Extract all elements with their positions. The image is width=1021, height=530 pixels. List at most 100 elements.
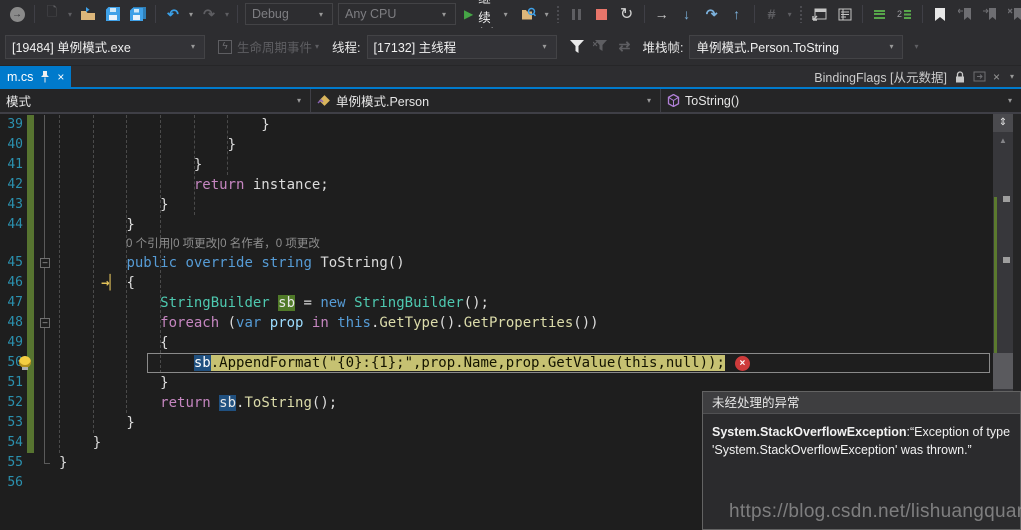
line-number[interactable] (0, 235, 26, 253)
clear-bookmarks-button[interactable] (1003, 2, 1021, 26)
stack-frame-combo[interactable]: 单例模式.Person.ToString ▾ (689, 35, 903, 59)
bookmark-clear-icon (1008, 8, 1021, 21)
line-number[interactable]: 40 (0, 135, 26, 155)
breakpoints-window-button[interactable] (808, 2, 832, 26)
line-number[interactable]: 39 (0, 115, 26, 135)
collapse-region-icon[interactable]: – (40, 318, 50, 328)
line-number[interactable]: 45 (0, 253, 26, 273)
type-combo[interactable]: 单例模式.Person ▾ (311, 89, 661, 112)
toolbar-options-icon[interactable]: ▾ (542, 10, 552, 19)
debug-toolbar-options-icon[interactable]: ▾ (785, 10, 795, 19)
step-over-button[interactable]: ↷ (700, 2, 724, 26)
step-out-button[interactable]: ↑ (725, 2, 749, 26)
line-number[interactable]: 49 (0, 333, 26, 353)
undo-dropdown-icon[interactable]: ▾ (186, 10, 196, 19)
thread-label: 线程: (332, 37, 360, 56)
line-number[interactable]: 43 (0, 195, 26, 215)
toolbar-grip[interactable] (799, 5, 804, 23)
line-number[interactable]: 52 (0, 393, 26, 413)
open-file-button[interactable] (76, 2, 100, 26)
line-number[interactable]: 50 (0, 353, 26, 373)
toggle-bookmark-button[interactable] (928, 2, 952, 26)
stop-debugging-button[interactable] (590, 2, 614, 26)
code-text[interactable]: foreach (var prop in this.GetType().GetP… (55, 313, 993, 333)
next-bookmark-button[interactable] (978, 2, 1002, 26)
show-next-statement-button[interactable]: → (650, 2, 674, 26)
class-icon (317, 94, 331, 107)
exception-thrown-icon[interactable]: × (735, 356, 750, 371)
save-button[interactable] (101, 2, 125, 26)
line-number[interactable]: 53 (0, 413, 26, 433)
line-number[interactable]: 44 (0, 215, 26, 235)
project-combo[interactable]: 模式 ▾ (0, 89, 311, 112)
step-into-button[interactable]: ↓ (675, 2, 699, 26)
find-in-files-button[interactable] (517, 2, 541, 26)
undo-button[interactable]: ↶ (161, 2, 185, 26)
code-text[interactable]: sb.AppendFormat("{0}:{1};",prop.Name,pro… (55, 353, 993, 373)
line-number[interactable]: 51 (0, 373, 26, 393)
promote-tab-icon[interactable] (973, 71, 986, 82)
line-number[interactable]: 55 (0, 453, 26, 473)
scroll-up-icon[interactable]: ▲ (993, 136, 1013, 145)
uncomment-button[interactable]: 2 (893, 2, 917, 26)
code-text[interactable]: StringBuilder sb = new StringBuilder(); (55, 293, 993, 313)
lifecycle-events-button[interactable]: ϟ (213, 35, 237, 59)
method-icon (667, 94, 680, 107)
previous-bookmark-button[interactable] (953, 2, 977, 26)
line-number[interactable]: 56 (0, 473, 26, 493)
toolbar-grip[interactable] (556, 5, 561, 23)
restart-button[interactable]: ↻ (615, 2, 639, 26)
outlining-margin (35, 413, 55, 433)
break-all-button[interactable] (565, 2, 589, 26)
new-file-button[interactable]: 🗋 (40, 2, 64, 26)
platform-combo[interactable]: Any CPU ▾ (338, 3, 456, 25)
code-text[interactable]: } (55, 115, 993, 135)
solution-config-combo[interactable]: Debug ▾ (245, 3, 333, 25)
close-icon[interactable]: × (57, 70, 64, 84)
location-toolbar-options-icon[interactable]: ▾ (911, 42, 921, 51)
change-tracking-margin (26, 215, 35, 235)
thread-combo[interactable]: [17132] 主线程 ▾ (367, 35, 557, 59)
reset-filter-button[interactable] (589, 35, 613, 59)
scrollbar-thumb[interactable] (993, 353, 1013, 389)
line-number[interactable]: 46 (0, 273, 26, 293)
editor-splitter-handle[interactable]: ⇕ (993, 114, 1013, 132)
code-text[interactable]: →▏ { (55, 273, 993, 293)
new-file-dropdown-icon[interactable]: ▾ (65, 10, 75, 19)
code-text[interactable]: } (55, 135, 993, 155)
member-combo[interactable]: ToString() ▾ (661, 89, 1021, 112)
process-combo[interactable]: [19484] 单例模式.exe ▾ (5, 35, 205, 59)
close-preview-icon[interactable]: × (993, 70, 1000, 84)
output-window-button[interactable] (833, 2, 857, 26)
tab-active-document[interactable]: m.cs × (0, 66, 71, 87)
lifecycle-events-label: 生命周期事件 (237, 37, 312, 56)
codelens-text[interactable]: 0 个引用|0 项更改|0 名作者，0 项更改 (55, 235, 993, 253)
line-number[interactable]: 41 (0, 155, 26, 175)
line-number[interactable]: 42 (0, 175, 26, 195)
code-text[interactable]: { (55, 333, 993, 353)
collapse-region-icon[interactable]: – (40, 258, 50, 268)
lifecycle-dropdown-icon[interactable]: ▾ (312, 42, 322, 51)
filter-threads-button[interactable] (565, 35, 589, 59)
code-line-46: 46 →▏ { (0, 273, 993, 293)
save-all-button[interactable] (126, 2, 150, 26)
code-text[interactable]: public override string ToString() (55, 253, 993, 273)
comment-button[interactable] (868, 2, 892, 26)
hex-display-button[interactable]: # (760, 2, 784, 26)
active-files-dropdown-icon[interactable]: ▾ (1007, 72, 1017, 81)
pin-icon[interactable] (40, 71, 50, 83)
line-number[interactable]: 54 (0, 433, 26, 453)
navigate-forward-button[interactable]: → (5, 2, 29, 26)
redo-dropdown-icon[interactable]: ▾ (222, 10, 232, 19)
code-text[interactable]: } (55, 195, 993, 215)
line-number[interactable]: 48 (0, 313, 26, 333)
redo-button[interactable]: ↷ (197, 2, 221, 26)
show-threads-in-source-button[interactable]: ⇄ (613, 35, 637, 59)
code-text[interactable]: } (55, 373, 993, 393)
code-text[interactable]: } (55, 155, 993, 175)
code-text[interactable]: return instance; (55, 175, 993, 195)
tab-preview-document[interactable]: BindingFlags [从元数据] × ▾ (814, 66, 1017, 87)
code-text[interactable]: } (55, 215, 993, 235)
lightbulb-icon[interactable] (19, 356, 31, 368)
line-number[interactable]: 47 (0, 293, 26, 313)
